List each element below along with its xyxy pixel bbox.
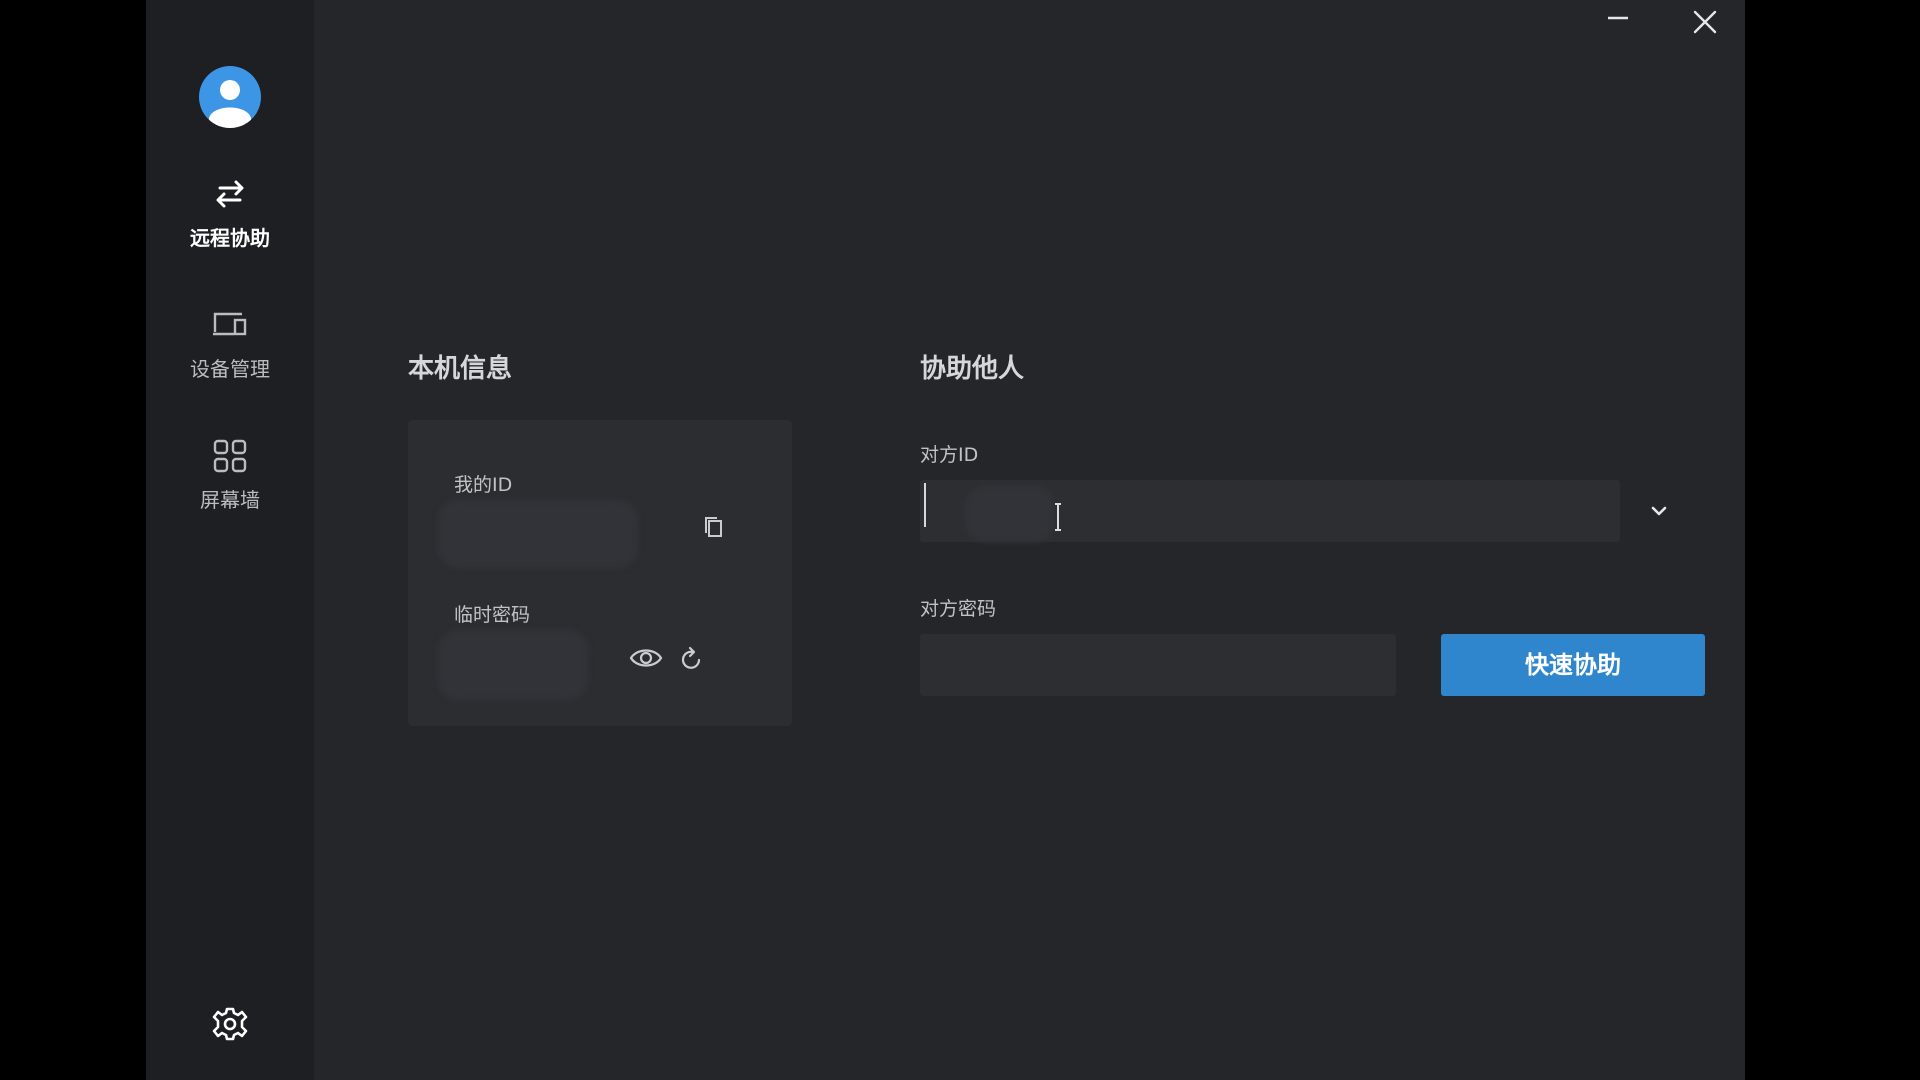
- sidebar-item-remote-assist[interactable]: 远程协助: [146, 174, 314, 274]
- temp-password-label: 临时密码: [454, 604, 531, 626]
- peer-id-label: 对方ID: [920, 444, 979, 466]
- assist-others-title: 协助他人: [920, 354, 1025, 384]
- eye-icon[interactable]: [628, 643, 664, 673]
- gear-icon[interactable]: [210, 1004, 250, 1044]
- minimize-icon[interactable]: [1600, 4, 1636, 40]
- close-icon[interactable]: [1687, 4, 1723, 40]
- sidebar-item-screen-wall[interactable]: 屏幕墙: [146, 436, 314, 536]
- local-info-title: 本机信息: [408, 354, 513, 384]
- peer-password-field[interactable]: [920, 634, 1396, 696]
- app-window: 远程协助 设备管理 屏幕墙 本机信息 我的ID 临时密码 协助他人 对方ID 对…: [146, 0, 1745, 1080]
- sidebar-item-label: 远程协助: [190, 226, 270, 250]
- peer-password-label: 对方密码: [920, 598, 997, 620]
- text-cursor-icon: [1055, 503, 1061, 531]
- my-id-value: [438, 500, 638, 568]
- refresh-icon[interactable]: [677, 644, 707, 674]
- sidebar-item-label: 屏幕墙: [200, 488, 260, 512]
- sidebar-item-device-management[interactable]: 设备管理: [146, 305, 314, 405]
- local-info-card: 我的ID 临时密码: [408, 420, 792, 726]
- temp-password-value: [438, 630, 588, 700]
- my-id-label: 我的ID: [454, 474, 513, 496]
- sidebar: 远程协助 设备管理 屏幕墙: [146, 0, 314, 1080]
- quick-assist-button[interactable]: 快速协助: [1441, 634, 1705, 696]
- text-caret: [924, 483, 926, 527]
- peer-password-input[interactable]: [920, 634, 1396, 696]
- user-avatar-icon[interactable]: [199, 66, 261, 128]
- peer-id-field[interactable]: [920, 480, 1620, 542]
- peer-id-blurred-value: [965, 486, 1055, 542]
- sidebar-item-label: 设备管理: [190, 357, 270, 381]
- copy-icon[interactable]: [699, 512, 729, 542]
- devices-icon: [210, 305, 250, 345]
- swap-arrows-icon: [210, 174, 250, 214]
- grid-icon: [210, 436, 250, 476]
- chevron-down-icon[interactable]: [1644, 496, 1674, 526]
